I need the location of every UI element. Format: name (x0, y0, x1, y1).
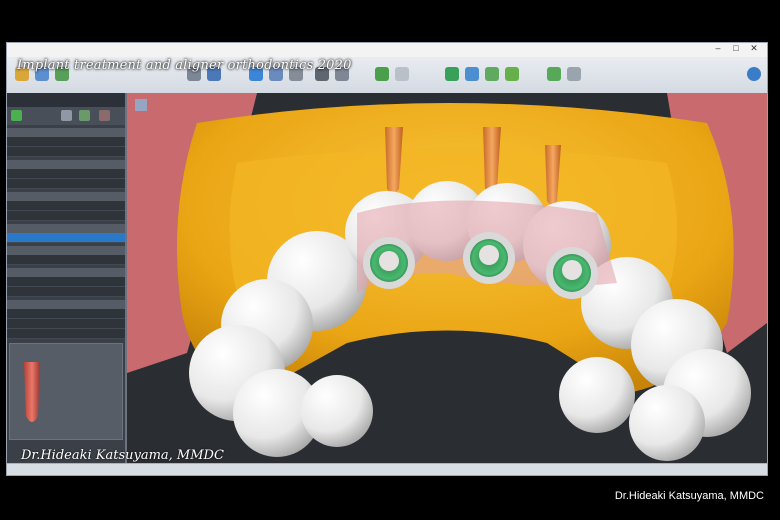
tree-group-header[interactable] (7, 192, 125, 201)
tool-icon[interactable] (61, 110, 72, 121)
sleeve-icon[interactable] (445, 67, 459, 81)
tree-row[interactable] (7, 211, 125, 221)
video-watermark: Dr.Hideaki Katsuyama, MMDC (21, 448, 224, 463)
eye-icon[interactable] (747, 67, 761, 81)
tree-row[interactable] (7, 329, 125, 339)
tree-group-header[interactable] (7, 224, 125, 233)
implant-preview-icon (24, 362, 40, 422)
tree-row[interactable] (7, 287, 125, 297)
video-frame: – □ ✕ Implant treatment and aligner ortho (0, 40, 780, 480)
tree-row[interactable] (7, 179, 125, 189)
minimize-icon[interactable]: – (709, 43, 727, 53)
tree-group-header[interactable] (7, 128, 125, 137)
tree-row[interactable] (7, 277, 125, 287)
author-credit: Dr.Hideaki Katsuyama, MMDC (614, 490, 764, 502)
undo-icon[interactable] (375, 67, 389, 81)
object-tree-panel (7, 93, 127, 463)
settings-icon[interactable] (547, 67, 561, 81)
tree-group-header[interactable] (7, 160, 125, 169)
close-icon[interactable] (99, 110, 110, 121)
tree-row[interactable] (7, 319, 125, 329)
video-overlay-title: Implant treatment and aligner orthodonti… (17, 58, 352, 73)
app-window: – □ ✕ Implant treatment and aligner ortho (6, 42, 768, 476)
tree-group-header[interactable] (7, 268, 125, 277)
drill-icon[interactable] (465, 67, 479, 81)
tree-group-header[interactable] (7, 246, 125, 255)
help-icon[interactable] (567, 67, 581, 81)
layers-icon[interactable] (79, 110, 90, 121)
tree-row-selected[interactable] (7, 233, 125, 243)
tree-group-header[interactable] (7, 300, 125, 309)
status-bar (7, 463, 767, 475)
panel-header (7, 93, 125, 107)
tree-row[interactable] (7, 147, 125, 157)
tree-row[interactable] (7, 169, 125, 179)
tree-row[interactable] (7, 137, 125, 147)
window-close-icon[interactable]: ✕ (745, 43, 763, 54)
redo-icon[interactable] (395, 67, 409, 81)
view-cube-icon (135, 99, 147, 111)
tree-row[interactable] (7, 309, 125, 319)
guide-icon[interactable] (485, 67, 499, 81)
panel-toolbar (7, 107, 125, 125)
check-icon[interactable] (505, 67, 519, 81)
add-icon[interactable] (11, 110, 22, 121)
tree-row[interactable] (7, 255, 125, 265)
3d-viewport[interactable] (127, 93, 767, 463)
title-bar: – □ ✕ (7, 43, 767, 58)
window-controls: – □ ✕ (709, 43, 763, 54)
implant-preview (9, 343, 123, 440)
tree-row[interactable] (7, 201, 125, 211)
guide-model-render[interactable] (127, 93, 767, 463)
maximize-icon[interactable]: □ (727, 43, 745, 53)
